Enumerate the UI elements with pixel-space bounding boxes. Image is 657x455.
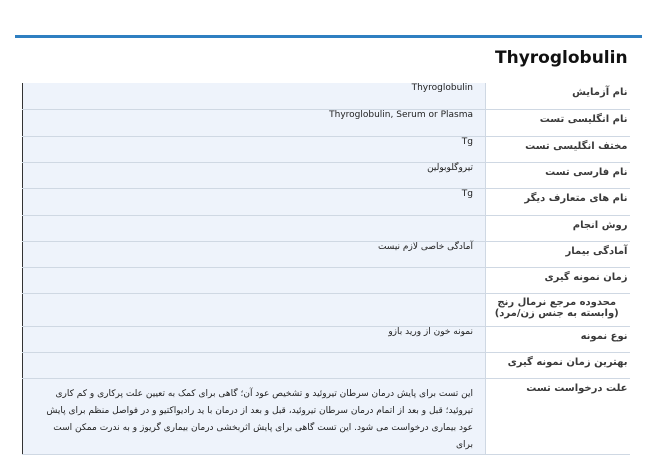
- table-row: زمان نمونه گیری: [22, 267, 630, 294]
- reference-range-label: محدوده مرجع نرمال رنج (وابسته به جنس زن/…: [485, 293, 630, 327]
- table-row: آمادگی خاصی لازم نیست آمادگی بیمار: [22, 241, 630, 268]
- english-name-value: Thyroglobulin, Serum or Plasma: [22, 109, 486, 137]
- header-divider: [15, 35, 642, 38]
- test-info-table: Thyroglobulin نام آزمایش Thyroglobulin, …: [22, 83, 630, 455]
- sampling-time-value: [22, 267, 486, 294]
- best-sampling-time-label: بهترین زمان نمونه گیری: [485, 352, 630, 379]
- sampling-time-label: زمان نمونه گیری: [485, 267, 630, 294]
- test-name-label: نام آزمایش: [485, 83, 630, 110]
- request-reason-value: این تست برای پایش درمان سرطان تیروئید و …: [22, 378, 486, 455]
- reference-range-value: [22, 293, 486, 327]
- abbreviation-label: مختف انگلیسی تست: [485, 136, 630, 163]
- table-row: Tg مختف انگلیسی تست: [22, 136, 630, 163]
- patient-prep-label: آمادگی بیمار: [485, 241, 630, 268]
- persian-name-label: نام فارسی تست: [485, 162, 630, 189]
- request-reason-label: علت درخواست تست: [485, 378, 630, 455]
- table-row: بهترین زمان نمونه گیری: [22, 352, 630, 379]
- test-name-value: Thyroglobulin: [22, 83, 486, 110]
- other-names-value: Tg: [22, 188, 486, 216]
- best-sampling-time-value: [22, 352, 486, 379]
- other-names-label: نام های متعارف دیگر: [485, 188, 630, 216]
- table-row: Thyroglobulin, Serum or Plasma نام انگلی…: [22, 109, 630, 137]
- persian-name-value: تیروگلوبولین: [22, 162, 486, 189]
- table-row: روش انجام: [22, 215, 630, 242]
- table-row: Tg نام های متعارف دیگر: [22, 188, 630, 216]
- english-name-label: نام انگلیسی تست: [485, 109, 630, 137]
- patient-prep-value: آمادگی خاصی لازم نیست: [22, 241, 486, 268]
- method-label: روش انجام: [485, 215, 630, 242]
- sample-type-value: نمونه خون از ورید بازو: [22, 326, 486, 353]
- table-row: این تست برای پایش درمان سرطان تیروئید و …: [22, 378, 630, 455]
- abbreviation-value: Tg: [22, 136, 486, 163]
- table-row: Thyroglobulin نام آزمایش: [22, 83, 630, 110]
- page-title: Thyroglobulin: [495, 48, 628, 68]
- table-row: تیروگلوبولین نام فارسی تست: [22, 162, 630, 189]
- method-value: [22, 215, 486, 242]
- table-row: محدوده مرجع نرمال رنج (وابسته به جنس زن/…: [22, 293, 630, 327]
- sample-type-label: نوع نمونه: [485, 326, 630, 353]
- table-row: نمونه خون از ورید بازو نوع نمونه: [22, 326, 630, 353]
